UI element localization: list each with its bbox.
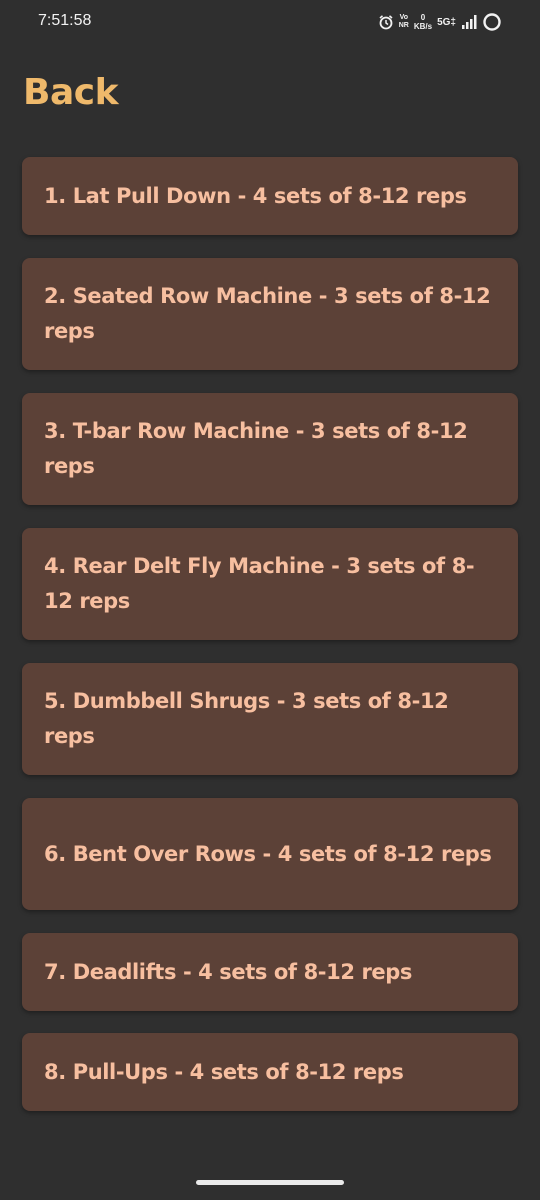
- exercise-label: 1. Lat Pull Down - 4 sets of 8-12 reps: [44, 183, 467, 208]
- exercise-label: 6. Bent Over Rows - 4 sets of 8-12 reps: [44, 841, 492, 866]
- back-button[interactable]: Back: [23, 72, 119, 113]
- net-speed: 0 KB/s: [414, 13, 432, 31]
- exercise-label: 2. Seated Row Machine - 3 sets of 8-12 r…: [44, 284, 491, 343]
- net-speed-value: 0: [420, 13, 426, 22]
- signal-icon: [461, 15, 477, 29]
- exercise-card[interactable]: 8. Pull-Ups - 4 sets of 8-12 reps: [22, 1033, 518, 1111]
- exercise-label: 5. Dumbbell Shrugs - 3 sets of 8-12 reps: [44, 689, 449, 748]
- exercise-label: 8. Pull-Ups - 4 sets of 8-12 reps: [44, 1059, 404, 1084]
- status-time: 7:51:58: [38, 12, 92, 29]
- alarm-icon: [378, 14, 394, 30]
- net-speed-unit: KB/s: [413, 22, 433, 31]
- exercise-card[interactable]: 5. Dumbbell Shrugs - 3 sets of 8-12 reps: [22, 663, 518, 775]
- home-indicator[interactable]: [196, 1180, 344, 1185]
- exercise-card[interactable]: 6. Bent Over Rows - 4 sets of 8-12 reps: [22, 798, 518, 910]
- battery-icon: [482, 12, 502, 32]
- exercise-card[interactable]: 3. T-bar Row Machine - 3 sets of 8-12 re…: [22, 393, 518, 505]
- status-icons: Vo NR 0 KB/s 5G‡: [378, 10, 502, 34]
- status-bar: 7:51:58 Vo NR 0 KB/s 5G‡: [0, 0, 540, 46]
- exercise-card[interactable]: 1. Lat Pull Down - 4 sets of 8-12 reps: [22, 157, 518, 235]
- exercise-card[interactable]: 2. Seated Row Machine - 3 sets of 8-12 r…: [22, 258, 518, 370]
- vonr-bottom: NR: [398, 22, 409, 29]
- vonr-indicator: Vo NR: [399, 14, 409, 30]
- exercise-label: 7. Deadlifts - 4 sets of 8-12 reps: [44, 959, 412, 984]
- exercise-label: 3. T-bar Row Machine - 3 sets of 8-12 re…: [44, 419, 468, 478]
- exercise-label: 4. Rear Delt Fly Machine - 3 sets of 8-1…: [44, 554, 475, 613]
- exercise-card[interactable]: 4. Rear Delt Fly Machine - 3 sets of 8-1…: [22, 528, 518, 640]
- vonr-top: Vo: [399, 14, 409, 21]
- network-type: 5G‡: [437, 16, 456, 28]
- exercise-card[interactable]: 7. Deadlifts - 4 sets of 8-12 reps: [22, 933, 518, 1011]
